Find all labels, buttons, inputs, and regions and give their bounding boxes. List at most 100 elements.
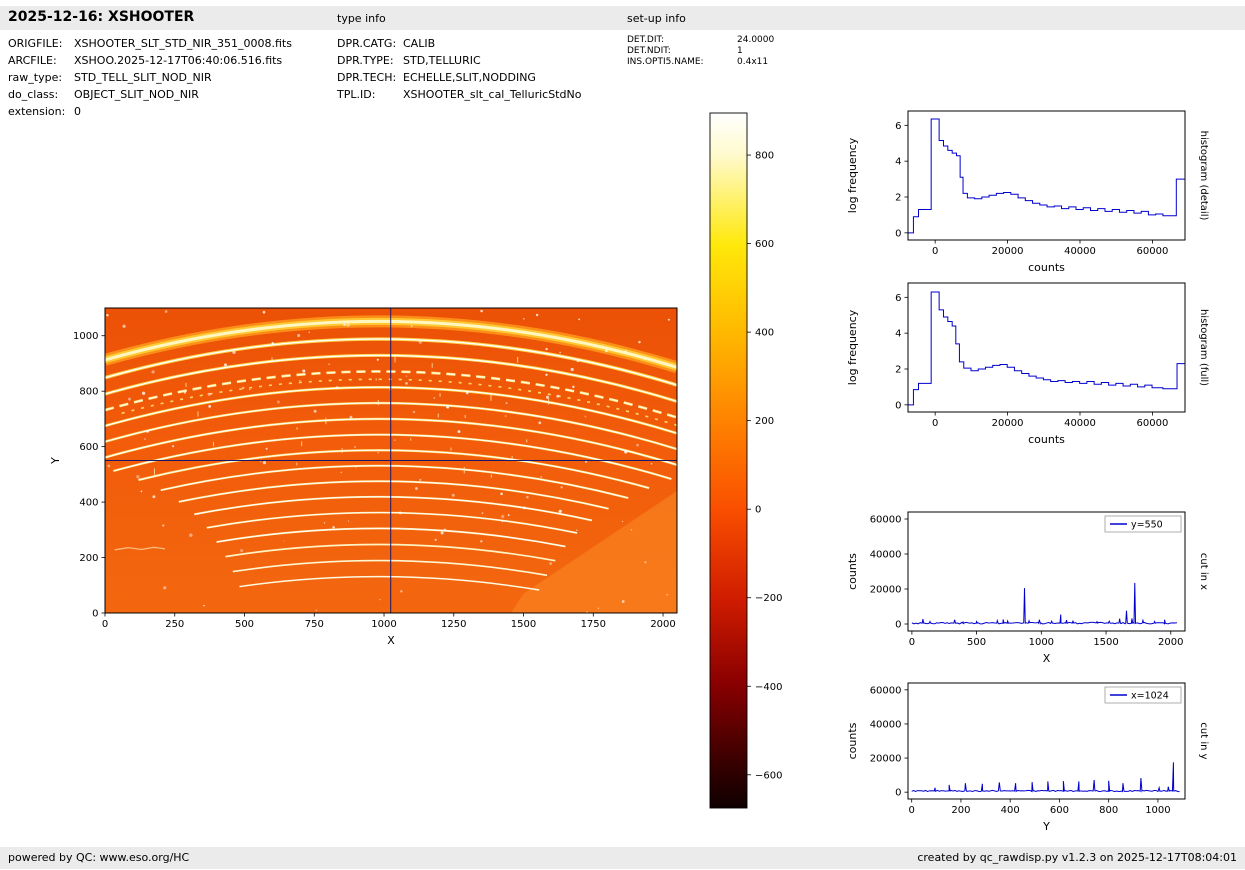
setup-info-heading: set-up info [627,12,686,25]
meta-value: XSHOOTER_SLT_STD_NIR_351_0008.fits [74,37,292,50]
colorbar: 800 600 400 200 0 −200 −400 −600 [708,101,803,822]
svg-text:750: 750 [305,619,324,630]
svg-text:2000: 2000 [650,619,675,630]
qc-report-page: 2025-12-16: XSHOOTER type info set-up in… [0,0,1245,870]
svg-text:cut in x: cut in x [1198,553,1209,590]
svg-text:600: 600 [79,442,98,453]
metadata-row: DET.DIT: 24.0000 [627,35,774,46]
meta-value: 1 [737,46,743,56]
histogram-full-plot: 0 20000 40000 60000 0 2 4 6 counts log frequency h… [842,273,1231,460]
svg-text:40000: 40000 [870,719,902,730]
type-info-block: DPR.CATG: CALIB DPR.TYPE: STD,TELLURIC DPR.T… [337,35,581,103]
meta-value: 0.4x11 [737,57,769,67]
svg-text:histogram (full): histogram (full) [1198,309,1209,386]
meta-value: 0 [74,105,81,118]
svg-text:400: 400 [755,328,774,339]
svg-text:200: 200 [951,805,970,816]
svg-text:0: 0 [102,619,108,630]
svg-text:500: 500 [235,619,254,630]
metadata-row: raw_type: STD_TELL_SLIT_NOD_NIR [8,69,292,86]
svg-text:−600: −600 [755,770,782,781]
svg-text:20000: 20000 [992,246,1024,257]
svg-text:Y: Y [49,457,62,465]
metadata-row: DPR.TYPE: STD,TELLURIC [337,52,581,69]
svg-text:0: 0 [755,505,761,516]
meta-value: ECHELLE,SLIT,NODDING [403,71,536,84]
meta-value: CALIB [403,37,436,50]
cut-in-x-plot: 0 500 1000 1500 2000 0 20000 40000 60000 Xcounts c… [842,502,1231,679]
svg-text:Y: Y [1042,820,1050,833]
meta-value: XSHOOTER_slt_cal_TelluricStdNo [403,88,582,101]
svg-text:x=1024: x=1024 [1131,691,1169,702]
svg-text:4: 4 [895,157,901,168]
svg-text:800: 800 [1099,805,1118,816]
svg-text:2: 2 [895,193,901,204]
svg-text:histogram (detail): histogram (detail) [1198,131,1209,221]
file-info-block: ORIGFILE: XSHOOTER_SLT_STD_NIR_351_0008.f… [8,35,292,120]
svg-text:log frequency: log frequency [846,309,859,385]
svg-text:20000: 20000 [870,754,902,765]
metadata-row: do_class: OBJECT_SLIT_NOD_NIR [8,86,292,103]
svg-text:1250: 1250 [441,619,466,630]
svg-text:0: 0 [932,418,938,429]
svg-text:0: 0 [895,400,901,411]
svg-text:0: 0 [895,620,901,631]
meta-label: DET.DIT: [627,35,665,45]
meta-value: STD,TELLURIC [403,54,481,67]
metadata-row: DPR.TECH: ECHELLE,SLIT,NODDING [337,69,581,86]
metadata-row: DPR.CATG: CALIB [337,35,581,52]
meta-value: OBJECT_SLIT_NOD_NIR [74,88,199,101]
svg-text:1750: 1750 [581,619,606,630]
svg-text:60000: 60000 [1137,246,1169,257]
svg-text:counts: counts [846,722,859,759]
metadata-row: extension: 0 [8,103,292,120]
svg-text:0: 0 [909,637,915,648]
meta-label: INS.OPTI5.NAME: [627,57,704,67]
svg-text:40000: 40000 [870,550,902,561]
svg-text:40000: 40000 [1064,246,1096,257]
metadata-row: TPL.ID: XSHOOTER_slt_cal_TelluricStdNo [337,86,581,103]
svg-text:40000: 40000 [1064,418,1096,429]
svg-text:0: 0 [895,788,901,799]
svg-text:200: 200 [755,416,774,427]
meta-label: raw_type: [8,71,63,84]
page-title: 2025-12-16: XSHOOTER [8,9,195,25]
meta-label: DET.NDIT: [627,46,671,56]
svg-text:1000: 1000 [371,619,396,630]
metadata-row: DET.NDIT: 1 [627,46,774,57]
svg-text:600: 600 [755,239,774,250]
meta-label: TPL.ID: [337,88,376,101]
svg-text:cut in y: cut in y [1198,722,1209,759]
svg-text:counts: counts [1028,433,1065,446]
svg-text:−400: −400 [755,682,782,693]
svg-text:log frequency: log frequency [846,137,859,213]
metadata-row: ORIGFILE: XSHOOTER_SLT_STD_NIR_351_0008.f… [8,35,292,52]
svg-text:60000: 60000 [870,685,902,696]
footer-right-text: created by qc_rawdisp.py v1.2.3 on 2025-… [917,851,1237,864]
svg-text:60000: 60000 [870,515,902,526]
svg-text:6: 6 [895,121,901,132]
svg-text:X: X [1043,652,1051,665]
svg-text:4: 4 [895,329,901,340]
metadata-row: INS.OPTI5.NAME: 0.4x11 [627,57,774,68]
footer-bar: powered by QC: www.eso.org/HC created by… [0,847,1245,869]
svg-text:1500: 1500 [511,619,536,630]
svg-text:60000: 60000 [1137,418,1169,429]
cut-in-y-plot: 0 200 400 600 800 1000 0 20000 40000 60000 Ycounts… [842,673,1231,847]
meta-value: XSHOO.2025-12-17T06:40:06.516.fits [74,54,283,67]
svg-text:−200: −200 [755,593,782,604]
meta-label: DPR.TECH: [337,71,397,84]
meta-label: extension: [8,105,66,118]
svg-text:0: 0 [895,228,901,239]
svg-text:y=550: y=550 [1131,520,1163,531]
header-bar: 2025-12-16: XSHOOTER type info set-up in… [0,6,1245,30]
svg-text:20000: 20000 [870,585,902,596]
svg-text:2: 2 [895,365,901,376]
svg-text:500: 500 [967,637,986,648]
svg-text:X: X [387,634,395,647]
meta-label: DPR.TYPE: [337,54,394,67]
svg-text:counts: counts [846,553,859,590]
meta-label: DPR.CATG: [337,37,397,50]
svg-text:1000: 1000 [1145,805,1170,816]
svg-text:600: 600 [1050,805,1069,816]
